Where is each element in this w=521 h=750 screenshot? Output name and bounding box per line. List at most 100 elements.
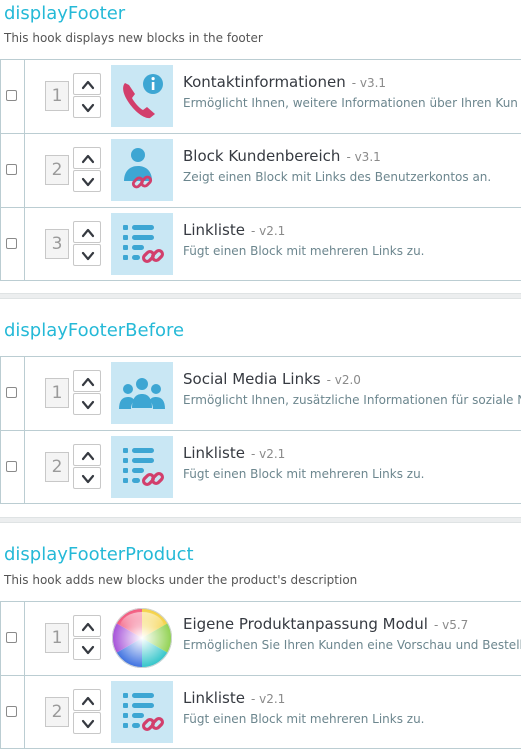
module-checkbox[interactable] [6, 164, 17, 175]
chevron-up-icon [81, 227, 95, 239]
module-version: - v2.1 [250, 447, 286, 461]
hook-title: displayFooter [4, 3, 126, 24]
row-select-cell [1, 431, 25, 503]
social-group-icon [111, 362, 173, 424]
chevron-down-icon [81, 250, 95, 262]
chevron-up-icon [81, 79, 95, 91]
chevron-up-icon [81, 450, 95, 462]
module-description: Zeigt einen Block mit Links des Benutzer… [183, 170, 492, 184]
user-link-icon [111, 139, 173, 201]
row-select-cell [1, 676, 25, 748]
module-checkbox[interactable] [6, 632, 17, 643]
module-logo [111, 65, 173, 127]
move-down-button[interactable] [73, 467, 101, 489]
module-description: Fügt einen Block mit mehreren Links zu. [183, 244, 425, 258]
module-checkbox[interactable] [6, 238, 17, 249]
module-description: Ermöglicht Ihnen, zusätzliche Informatio… [183, 393, 521, 407]
chevron-up-icon [81, 376, 95, 388]
move-down-button[interactable] [73, 712, 101, 734]
section-divider [0, 517, 521, 523]
chevron-up-icon [81, 621, 95, 633]
chevron-down-icon [81, 399, 95, 411]
module-row[interactable]: 2 Block Kundenbereich - v3.1 Zeigt einen … [0, 133, 521, 207]
hook-description: This hook adds new blocks under the prod… [4, 573, 358, 587]
move-up-button[interactable] [73, 689, 101, 711]
chevron-up-icon [81, 153, 95, 165]
section-divider [0, 293, 521, 299]
module-logo [111, 362, 173, 424]
chevron-up-icon [81, 695, 95, 707]
module-name-line: Kontaktinformationen - v3.1 [183, 73, 386, 91]
module-checkbox[interactable] [6, 90, 17, 101]
link-list-icon [111, 681, 173, 743]
hook-title: displayFooterBefore [4, 320, 185, 341]
module-name-line: Social Media Links - v2.0 [183, 370, 361, 388]
position-number: 2 [45, 697, 69, 727]
module-version: - v2.1 [250, 692, 286, 706]
link-list-icon [111, 436, 173, 498]
chevron-down-icon [81, 718, 95, 730]
position-number: 1 [45, 378, 69, 408]
module-name-line: Linkliste - v2.1 [183, 221, 285, 239]
row-select-cell [1, 60, 25, 133]
module-version: - v2.0 [326, 373, 361, 387]
module-logo [111, 607, 173, 669]
module-row[interactable]: 1 Eigene Produktanpassung Modul - v5.7 Er… [0, 601, 521, 675]
position-number: 3 [45, 229, 69, 259]
module-name: Linkliste [183, 221, 245, 239]
module-name-line: Block Kundenbereich - v3.1 [183, 147, 381, 165]
contact-phone-info-icon [111, 65, 173, 127]
module-row[interactable]: 1 Social Media Links - v2.0 Ermöglicht Ih… [0, 356, 521, 430]
color-wheel-icon [111, 608, 173, 668]
module-name: Block Kundenbereich [183, 147, 341, 165]
position-number: 1 [45, 81, 69, 111]
module-logo [111, 213, 173, 275]
move-down-button[interactable] [73, 244, 101, 266]
module-name: Linkliste [183, 689, 245, 707]
module-version: - v2.1 [250, 224, 286, 238]
module-checkbox[interactable] [6, 387, 17, 398]
link-list-icon [111, 213, 173, 275]
module-name: Eigene Produktanpassung Modul [183, 615, 428, 633]
module-checkbox[interactable] [6, 706, 17, 717]
hook-title: displayFooterProduct [4, 544, 194, 565]
module-checkbox[interactable] [6, 461, 17, 472]
chevron-down-icon [81, 473, 95, 485]
module-name: Social Media Links [183, 370, 321, 388]
row-select-cell [1, 602, 25, 675]
module-name: Linkliste [183, 444, 245, 462]
position-number: 2 [45, 452, 69, 482]
module-row[interactable]: 3 Linkliste - v2.1 Fügt einen Block mit m… [0, 207, 521, 281]
module-name-line: Eigene Produktanpassung Modul - v5.7 [183, 615, 468, 633]
row-select-cell [1, 134, 25, 207]
module-description: Fügt einen Block mit mehreren Links zu. [183, 467, 425, 481]
move-down-button[interactable] [73, 638, 101, 660]
module-version: - v3.1 [351, 76, 387, 90]
move-up-button[interactable] [73, 147, 101, 169]
move-down-button[interactable] [73, 170, 101, 192]
module-name-line: Linkliste - v2.1 [183, 444, 285, 462]
row-select-cell [1, 357, 25, 430]
module-row[interactable]: 2 Linkliste - v2.1 Fügt einen Block mit m… [0, 430, 521, 504]
move-up-button[interactable] [73, 221, 101, 243]
module-name: Kontaktinformationen [183, 73, 346, 91]
module-description: Ermöglichen Sie Ihren Kunden eine Vorsch… [183, 638, 521, 652]
module-row[interactable]: 1 Kontaktinformationen - v3.1 Ermöglicht … [0, 59, 521, 133]
module-description: Fügt einen Block mit mehreren Links zu. [183, 712, 425, 726]
move-down-button[interactable] [73, 96, 101, 118]
module-logo [111, 139, 173, 201]
module-logo [111, 436, 173, 498]
module-description: Ermöglicht Ihnen, weitere Informationen … [183, 96, 518, 110]
move-up-button[interactable] [73, 615, 101, 637]
module-version: - v5.7 [433, 618, 469, 632]
row-select-cell [1, 208, 25, 280]
move-up-button[interactable] [73, 370, 101, 392]
module-logo [111, 681, 173, 743]
module-version: - v3.1 [346, 150, 381, 164]
module-row[interactable]: 2 Linkliste - v2.1 Fügt einen Block mit m… [0, 675, 521, 749]
move-up-button[interactable] [73, 73, 101, 95]
move-down-button[interactable] [73, 393, 101, 415]
hook-description: This hook displays new blocks in the foo… [4, 31, 263, 45]
move-up-button[interactable] [73, 444, 101, 466]
chevron-down-icon [81, 102, 95, 114]
